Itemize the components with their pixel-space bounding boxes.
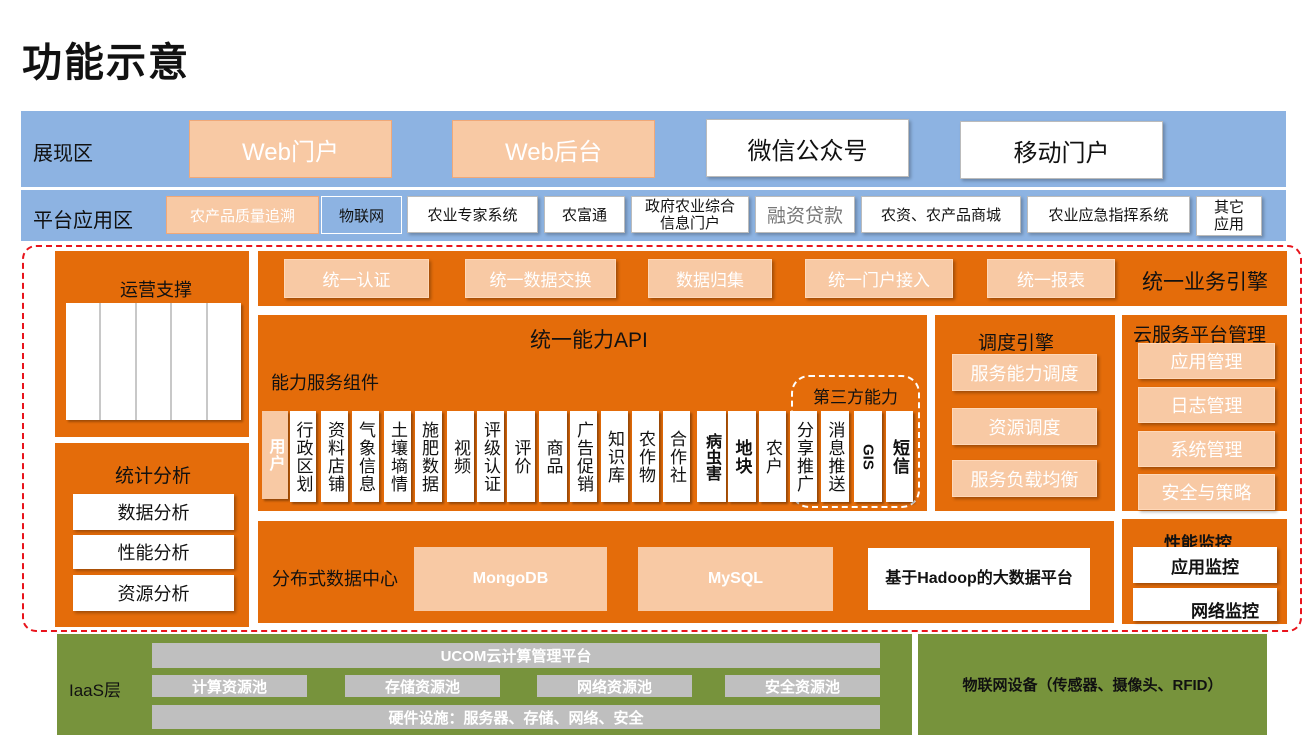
- capability-api-label: 统一能力API: [530, 329, 648, 352]
- component-knowledge: 知识库: [601, 411, 628, 502]
- mall-app: 农资、农产品商城: [861, 196, 1021, 233]
- component-weather: 气象信息: [352, 411, 379, 502]
- component-push: 消息推送: [821, 411, 849, 502]
- component-cooperative: 合作社: [663, 411, 690, 502]
- system-management-box: 系统管理: [1138, 431, 1275, 467]
- third-party-label: 第三方能力: [813, 388, 898, 407]
- component-share: 分享推广: [790, 411, 817, 502]
- web-portal-box: Web门户: [189, 120, 392, 178]
- mysql-box: MySQL: [638, 547, 833, 611]
- component-fertilize: 施肥数据: [415, 411, 442, 502]
- component-admin-division: 行政区划: [290, 411, 316, 502]
- iot-devices-panel: 物联网设备（传感器、摄像头、RFID）: [918, 634, 1267, 735]
- components-label: 能力服务组件: [271, 373, 379, 393]
- component-review: 评价: [507, 411, 535, 502]
- ops-support-columns: [66, 303, 242, 420]
- compute-pool-box: 计算资源池: [152, 675, 307, 697]
- data-collection-box: 数据归集: [648, 259, 772, 298]
- performance-analysis-box: 性能分析: [73, 535, 234, 569]
- stats-label: 统计分析: [115, 466, 192, 487]
- emergency-app: 农业应急指挥系统: [1027, 196, 1190, 233]
- platform-zone-label: 平台应用区: [33, 210, 133, 232]
- unified-report-box: 统一报表: [987, 259, 1115, 298]
- component-sms: 短信: [886, 411, 913, 502]
- network-monitor-box: 网络监控: [1133, 588, 1277, 621]
- ucom-platform-bar: UCOM云计算管理平台: [152, 643, 880, 668]
- component-pests: 病虫害: [697, 411, 726, 502]
- gov-portal-app: 政府农业综合信息门户: [631, 196, 749, 233]
- component-user: 用户: [262, 411, 288, 499]
- security-pool-box: 安全资源池: [725, 675, 880, 697]
- storage-pool-box: 存储资源池: [345, 675, 500, 697]
- component-plot: 地块: [728, 411, 756, 502]
- other-app: 其它应用: [1196, 196, 1262, 236]
- component-store: 资料店铺: [321, 411, 348, 502]
- nongfutong-app: 农富通: [544, 196, 625, 233]
- traceability-app: 农产品质量追溯: [166, 196, 319, 234]
- data-center-label: 分布式数据中心: [272, 569, 398, 589]
- iot-app: 物联网: [321, 196, 402, 234]
- display-zone-label: 展现区: [33, 143, 93, 165]
- resource-scheduling-box: 资源调度: [952, 408, 1097, 445]
- network-pool-box: 网络资源池: [537, 675, 692, 697]
- resource-analysis-box: 资源分析: [73, 575, 234, 611]
- component-farmer: 农户: [759, 411, 786, 502]
- component-soil: 土壤墒情: [384, 411, 411, 502]
- log-management-box: 日志管理: [1138, 387, 1275, 423]
- financing-app: 融资贷款: [755, 196, 855, 233]
- app-monitor-box: 应用监控: [1133, 547, 1277, 583]
- mongodb-box: MongoDB: [414, 547, 607, 611]
- ops-support-label: 运营支撑: [120, 280, 192, 300]
- scheduler-label: 调度引擎: [978, 333, 1055, 354]
- hardware-bar: 硬件设施：服务器、存储、网络、安全: [152, 705, 880, 729]
- data-analysis-box: 数据分析: [73, 494, 234, 530]
- web-backend-box: Web后台: [452, 120, 655, 178]
- component-crops: 农作物: [632, 411, 659, 502]
- page-title: 功能示意: [22, 41, 190, 85]
- component-video: 视频: [447, 411, 474, 502]
- iaas-label: IaaS层: [69, 681, 121, 700]
- unified-auth-box: 统一认证: [284, 259, 429, 298]
- portal-access-box: 统一门户接入: [805, 259, 953, 298]
- security-policy-box: 安全与策略: [1138, 474, 1275, 510]
- load-balancing-box: 服务负载均衡: [952, 460, 1097, 497]
- wechat-account-box: 微信公众号: [706, 119, 909, 177]
- unified-exchange-box: 统一数据交换: [465, 259, 616, 298]
- component-goods: 商品: [539, 411, 567, 502]
- component-rating: 评级认证: [477, 411, 504, 502]
- expert-system-app: 农业专家系统: [407, 196, 538, 233]
- component-gis: GIS: [854, 411, 882, 502]
- app-management-box: 应用管理: [1138, 343, 1275, 379]
- mobile-portal-box: 移动门户: [960, 121, 1163, 179]
- hadoop-platform-box: 基于Hadoop的大数据平台: [868, 548, 1090, 610]
- business-engine-label: 统一业务引擎: [1142, 271, 1268, 294]
- service-scheduling-box: 服务能力调度: [952, 354, 1097, 391]
- component-ads: 广告促销: [570, 411, 597, 502]
